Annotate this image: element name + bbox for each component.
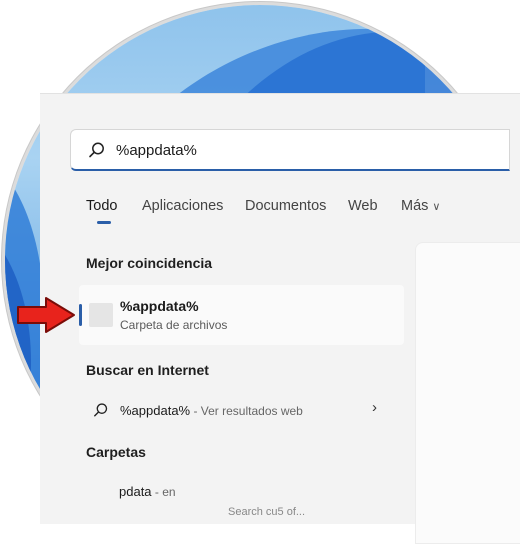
- best-match-subtitle: Carpeta de archivos: [120, 318, 228, 332]
- search-box[interactable]: %appdata%: [70, 129, 510, 171]
- folder-icon: [89, 303, 113, 327]
- folder-result-title: pdata: [119, 484, 152, 499]
- active-tab-indicator: [97, 221, 111, 224]
- best-match-result[interactable]: %appdata% Carpeta de archivos: [79, 285, 404, 345]
- selection-accent: [79, 304, 82, 326]
- folders-heading: Carpetas: [86, 444, 146, 460]
- tab-aplicaciones[interactable]: Aplicaciones: [142, 198, 223, 214]
- best-match-heading: Mejor coincidencia: [86, 255, 213, 271]
- web-search-result[interactable]: %appdata% - Ver resultados web ›: [79, 396, 404, 426]
- chevron-down-icon: ∨: [432, 201, 441, 213]
- folder-result-hint: - en: [151, 485, 176, 499]
- tab-todo[interactable]: Todo: [86, 198, 117, 214]
- search-icon: [94, 403, 108, 417]
- tab-mas-label: Más: [401, 198, 429, 214]
- folder-result[interactable]: pdata - en: [119, 484, 176, 499]
- tab-mas[interactable]: Más ∨: [401, 198, 440, 214]
- search-icon: [89, 142, 104, 158]
- search-input[interactable]: %appdata%: [116, 142, 197, 159]
- folder-result-path: Search cu5 of...: [228, 506, 306, 518]
- web-query: %appdata%: [120, 403, 191, 418]
- red-pointer-arrow-icon: [17, 297, 75, 333]
- internet-heading: Buscar en Internet: [86, 362, 209, 378]
- tab-web[interactable]: Web: [348, 198, 378, 214]
- web-hint: - Ver resultados web: [190, 404, 303, 418]
- preview-pane: [415, 242, 520, 544]
- best-match-title: %appdata%: [120, 298, 199, 314]
- tab-documentos[interactable]: Documentos: [245, 198, 326, 214]
- chevron-right-icon[interactable]: ›: [372, 399, 377, 416]
- web-result-text: %appdata% - Ver resultados web: [120, 403, 303, 418]
